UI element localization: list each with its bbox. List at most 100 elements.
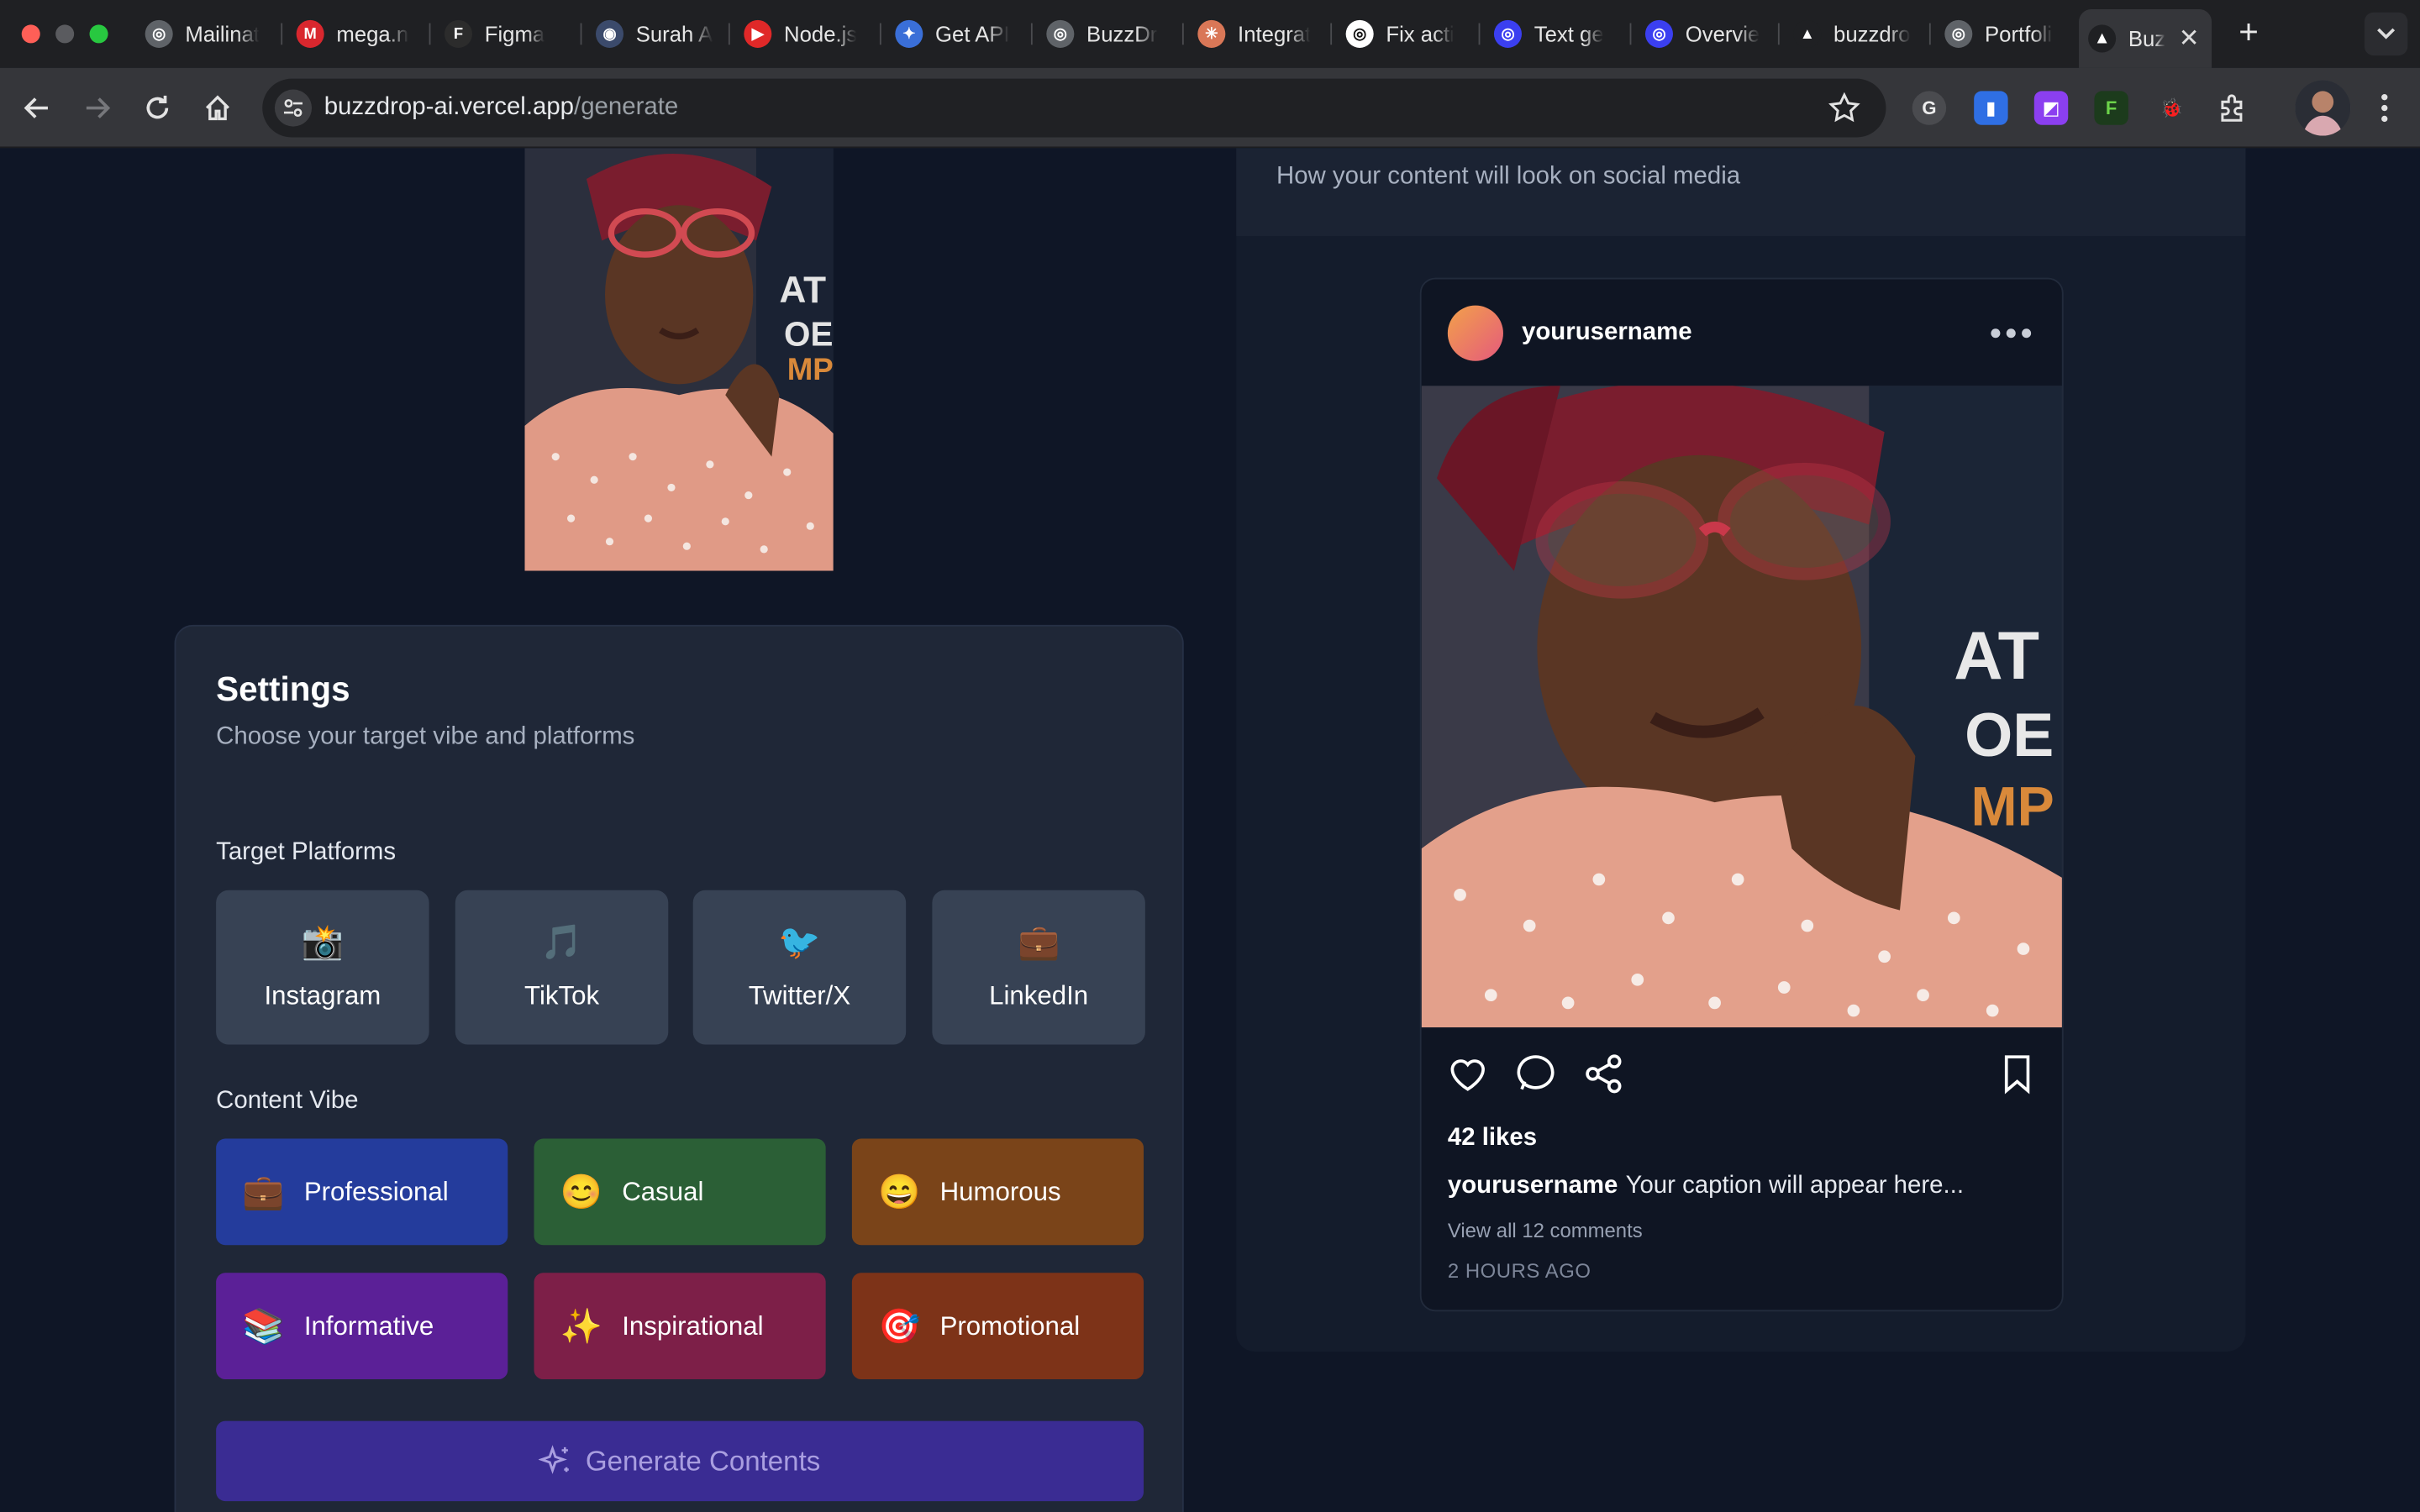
svg-text:OE: OE — [1965, 700, 2054, 769]
more-options-icon[interactable] — [1991, 328, 2032, 339]
caption-text: Your caption will appear here... — [1625, 1172, 1965, 1200]
tab-label: Figma — [484, 21, 545, 47]
tab-label: Portfoli — [1985, 21, 2053, 47]
browser-menu-icon[interactable] — [2366, 90, 2403, 127]
browser-tab[interactable]: ▲ buzzdro — [1784, 11, 1923, 57]
platform-linkedin-button[interactable]: 💼 LinkedIn — [932, 890, 1145, 1045]
back-button[interactable] — [18, 90, 55, 127]
platform-twitter-button[interactable]: 🐦 Twitter/X — [692, 890, 907, 1045]
vibe-informative-button[interactable]: 📚 Informative — [216, 1273, 508, 1380]
tab-label: buzzdro — [1833, 21, 1911, 47]
preview-subtitle: How your content will look on social med… — [1276, 163, 1741, 190]
tab-favicon-icon: ◎ — [1644, 19, 1674, 48]
minimize-window-button[interactable] — [55, 24, 75, 44]
settings-card: Settings Choose your target vibe and pla… — [174, 624, 1184, 1512]
browser-tab[interactable]: ◎ Fix acti — [1337, 11, 1476, 57]
vibe-label: Humorous — [939, 1176, 1061, 1206]
tab-divider — [1928, 23, 1931, 45]
browser-tab[interactable]: ✳ Integrat — [1188, 11, 1327, 57]
briefcase-icon: 💼 — [1017, 922, 1060, 962]
maximize-window-button[interactable] — [89, 24, 108, 44]
comment-icon[interactable] — [1512, 1051, 1559, 1097]
back-icon — [24, 97, 48, 118]
preview-header: How your content will look on social med… — [1236, 148, 2246, 237]
vibe-professional-button[interactable]: 💼 Professional — [216, 1138, 508, 1246]
generate-label: Generate Contents — [585, 1445, 821, 1476]
grin-icon: 😄 — [878, 1171, 921, 1210]
platform-instagram-button[interactable]: 📸 Instagram — [216, 890, 429, 1045]
browser-tab[interactable]: ◎ BuzzDr — [1037, 11, 1176, 57]
music-note-icon: 🎵 — [540, 922, 583, 962]
tab-active[interactable]: ▲ Buz ✕ — [2079, 9, 2212, 68]
forward-icon — [86, 97, 111, 118]
vibe-label: Professional — [303, 1176, 449, 1206]
bug-extension-icon[interactable]: 🐞 — [2154, 91, 2188, 124]
view-comments-link[interactable]: View all 12 comments — [1448, 1219, 1643, 1242]
browser-tab[interactable]: F Figma — [435, 11, 574, 57]
tab-favicon-icon: ✦ — [895, 19, 923, 48]
tab-label: Fix acti — [1386, 21, 1455, 47]
post-timestamp: 2 HOURS AGO — [1447, 1258, 1591, 1283]
settings-title: Settings — [216, 669, 350, 709]
bookmark-icon[interactable] — [1994, 1051, 2040, 1097]
tab-label: Get API — [935, 21, 1010, 47]
reload-button[interactable] — [139, 90, 176, 127]
browser-tab[interactable]: ✦ Get API — [886, 11, 1024, 57]
home-button[interactable] — [199, 90, 236, 127]
chevron-down-icon — [2377, 28, 2396, 39]
flag-extension-icon[interactable]: F — [2094, 91, 2128, 125]
briefcase-icon: 💼 — [242, 1171, 285, 1210]
tab-label: BuzzDr — [1086, 21, 1158, 47]
svg-text:AT: AT — [780, 270, 827, 311]
tab-favicon-icon: ◎ — [1493, 19, 1523, 48]
profile-avatar[interactable] — [2295, 80, 2351, 136]
docs-extension-icon[interactable]: ▮ — [1974, 91, 2008, 125]
extensions-puzzle-icon[interactable] — [2217, 91, 2250, 124]
browser-tab[interactable]: ◎ Mailinat — [136, 11, 275, 57]
books-icon: 📚 — [242, 1305, 285, 1345]
svg-text:MP: MP — [1971, 776, 2054, 838]
tab-divider — [429, 23, 431, 45]
browser-tab[interactable]: ◎ Text ge — [1485, 11, 1623, 57]
grammarly-extension-icon[interactable]: G — [1912, 91, 1947, 125]
tab-favicon-icon: F — [444, 19, 473, 48]
post-caption: yourusername Your caption will appear her… — [1448, 1173, 1964, 1200]
vibe-humorous-button[interactable]: 😄 Humorous — [851, 1138, 1144, 1246]
bookmark-star-icon[interactable] — [1828, 91, 1861, 124]
sparkle-icon — [539, 1444, 573, 1478]
browser-tab[interactable]: ◉ Surah A — [587, 11, 725, 57]
tab-divider — [281, 23, 283, 45]
vibe-inspirational-button[interactable]: ✨ Inspirational — [534, 1273, 826, 1380]
tab-search-button[interactable] — [2364, 12, 2408, 56]
image-extension-icon[interactable]: ◩ — [2033, 91, 2069, 125]
share-icon[interactable] — [1581, 1051, 1627, 1097]
address-bar[interactable]: buzzdrop-ai.vercel.app/generate — [262, 78, 1886, 138]
tab-label: Integrat — [1238, 21, 1312, 47]
settings-subtitle: Choose your target vibe and platforms — [216, 723, 635, 750]
close-window-button[interactable] — [21, 24, 40, 44]
site-info-icon[interactable] — [274, 89, 313, 127]
browser-tab[interactable]: ◎ Portfoli — [1935, 11, 2074, 57]
generate-contents-button[interactable]: Generate Contents — [216, 1420, 1144, 1502]
browser-tab[interactable]: Mmega.n — [287, 11, 426, 57]
sparkles-icon: ✨ — [560, 1305, 603, 1345]
browser-tab[interactable]: ◎ Overvie — [1636, 11, 1775, 57]
tab-favicon-icon: ▲ — [1793, 19, 1822, 48]
vibe-label: Inspirational — [622, 1310, 764, 1341]
browser-toolbar: buzzdrop-ai.vercel.app/generate G ▮ ◩ F … — [0, 67, 2420, 149]
reload-icon — [146, 95, 169, 119]
tab-divider — [580, 23, 582, 45]
vibe-promotional-button[interactable]: 🎯 Promotional — [851, 1273, 1144, 1380]
home-icon — [205, 95, 230, 121]
close-icon[interactable]: ✕ — [2179, 24, 2200, 55]
browser-tab[interactable]: ▶ Node.js — [734, 11, 873, 57]
new-tab-button[interactable]: + — [2232, 14, 2265, 49]
vibe-casual-button[interactable]: 😊 Casual — [534, 1138, 826, 1246]
tab-label: Buz — [2128, 26, 2166, 51]
svg-text:AT: AT — [1954, 618, 2039, 694]
url-host: buzzdrop-ai.vercel.app — [324, 94, 575, 121]
heart-icon[interactable] — [1444, 1051, 1491, 1097]
forward-button[interactable] — [79, 90, 116, 127]
platform-tiktok-button[interactable]: 🎵 TikTok — [455, 890, 669, 1045]
tab-label: Overvie — [1685, 21, 1760, 47]
